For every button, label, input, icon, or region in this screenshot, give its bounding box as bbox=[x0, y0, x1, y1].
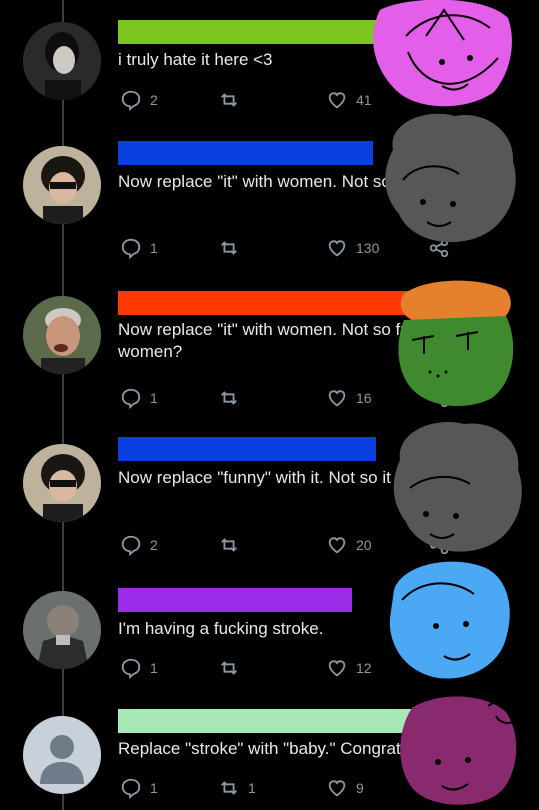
share-button[interactable] bbox=[428, 776, 458, 800]
tweet-text: Replace "stroke" with "baby." Congratula… bbox=[118, 739, 465, 758]
like-count: 20 bbox=[356, 537, 372, 553]
reply-icon bbox=[121, 658, 141, 679]
share-icon bbox=[429, 238, 449, 258]
avatar[interactable] bbox=[23, 716, 101, 794]
retweet-button[interactable] bbox=[218, 386, 248, 410]
like-count: 41 bbox=[356, 92, 372, 108]
share-button[interactable] bbox=[428, 533, 458, 557]
tweet-actions: 1 1 9 bbox=[118, 776, 538, 800]
reply-button[interactable]: 1 bbox=[120, 236, 158, 260]
reply-button[interactable]: 1 bbox=[120, 656, 158, 680]
retweet-icon bbox=[221, 781, 237, 795]
like-count: 130 bbox=[356, 240, 380, 256]
like-button[interactable]: 9 bbox=[326, 776, 364, 800]
like-icon bbox=[328, 240, 346, 257]
tweet-actions: 2 41 bbox=[118, 88, 538, 112]
name-bar bbox=[118, 588, 352, 612]
more-options-icon[interactable]: ••• bbox=[491, 142, 509, 162]
tweet-actions: 1 130 bbox=[118, 236, 538, 260]
avatar[interactable] bbox=[23, 444, 101, 522]
retweet-icon bbox=[221, 538, 237, 552]
tweet-text: Now replace "it" with women. Not so funn… bbox=[118, 320, 491, 361]
reply-count: 2 bbox=[150, 537, 158, 553]
like-button[interactable]: 12 bbox=[326, 656, 372, 680]
retweet-button[interactable] bbox=[218, 533, 248, 557]
more-options-icon[interactable]: ••• bbox=[491, 438, 509, 458]
tweet-actions: 1 12 bbox=[118, 656, 538, 680]
avatar[interactable] bbox=[23, 296, 101, 374]
tweet[interactable]: Replace "stroke" with "baby." Congratula… bbox=[0, 690, 539, 810]
tweet-text: Now replace "it" with women. Not so funn… bbox=[118, 172, 513, 191]
avatar[interactable] bbox=[23, 591, 101, 669]
avatar[interactable] bbox=[23, 146, 101, 224]
like-button[interactable]: 16 bbox=[326, 386, 372, 410]
tweet[interactable]: ••• Now replace "it" with women. Not so … bbox=[0, 270, 539, 420]
like-button[interactable]: 130 bbox=[326, 236, 379, 260]
like-count: 9 bbox=[356, 780, 364, 796]
reply-count: 2 bbox=[150, 92, 158, 108]
tweet-actions: 1 16 bbox=[118, 386, 538, 410]
tweet-text: Now replace "funny" with it. Not so it n… bbox=[118, 468, 513, 487]
reply-button[interactable]: 2 bbox=[120, 88, 158, 112]
reply-count: 1 bbox=[150, 240, 158, 256]
name-bar bbox=[118, 141, 373, 165]
like-icon bbox=[328, 660, 346, 677]
retweet-button[interactable]: 1 bbox=[218, 776, 256, 800]
reply-icon bbox=[121, 778, 141, 799]
reply-button[interactable]: 2 bbox=[120, 533, 158, 557]
retweet-button[interactable] bbox=[218, 656, 248, 680]
name-bar bbox=[118, 709, 430, 733]
reply-icon bbox=[121, 90, 141, 111]
name-bar bbox=[118, 437, 376, 461]
retweet-icon bbox=[221, 391, 237, 405]
reply-count: 1 bbox=[150, 780, 158, 796]
tweet-text: I'm having a fucking stroke. bbox=[118, 619, 324, 638]
share-button[interactable] bbox=[428, 236, 458, 260]
reply-count: 1 bbox=[150, 390, 158, 406]
reply-count: 1 bbox=[150, 660, 158, 676]
retweet-button[interactable] bbox=[218, 236, 248, 260]
like-icon bbox=[328, 92, 346, 109]
more-options-icon[interactable]: ••• bbox=[491, 292, 509, 312]
retweet-button[interactable] bbox=[218, 88, 248, 112]
retweet-icon bbox=[221, 93, 237, 107]
like-count: 16 bbox=[356, 390, 372, 406]
tweet[interactable]: i truly hate it here <3 2 41 bbox=[0, 0, 539, 120]
avatar[interactable] bbox=[23, 22, 101, 100]
like-button[interactable]: 41 bbox=[326, 88, 372, 112]
like-icon bbox=[328, 780, 346, 797]
retweet-icon bbox=[221, 661, 237, 675]
name-bar bbox=[118, 291, 484, 315]
tweet-actions: 2 20 bbox=[118, 533, 538, 557]
tweet[interactable]: ••• Now replace "funny" with it. Not so … bbox=[0, 420, 539, 568]
name-bar bbox=[118, 20, 380, 44]
reply-icon bbox=[121, 388, 141, 409]
reply-icon bbox=[121, 535, 141, 556]
like-count: 12 bbox=[356, 660, 372, 676]
reply-button[interactable]: 1 bbox=[120, 386, 158, 410]
like-icon bbox=[328, 390, 346, 407]
like-icon bbox=[328, 537, 346, 554]
retweet-count: 1 bbox=[248, 780, 256, 796]
share-icon bbox=[429, 535, 449, 555]
like-button[interactable]: 20 bbox=[326, 533, 372, 557]
reply-icon bbox=[121, 238, 141, 259]
share-icon bbox=[429, 388, 449, 408]
tweet-text: i truly hate it here <3 bbox=[118, 50, 273, 69]
share-button[interactable] bbox=[428, 386, 458, 410]
tweet[interactable]: I'm having a fucking stroke. 1 12 bbox=[0, 568, 539, 690]
share-icon bbox=[429, 778, 449, 798]
tweet[interactable]: ••• Now replace "it" with women. Not so … bbox=[0, 120, 539, 270]
reply-button[interactable]: 1 bbox=[120, 776, 158, 800]
retweet-icon bbox=[221, 241, 237, 255]
